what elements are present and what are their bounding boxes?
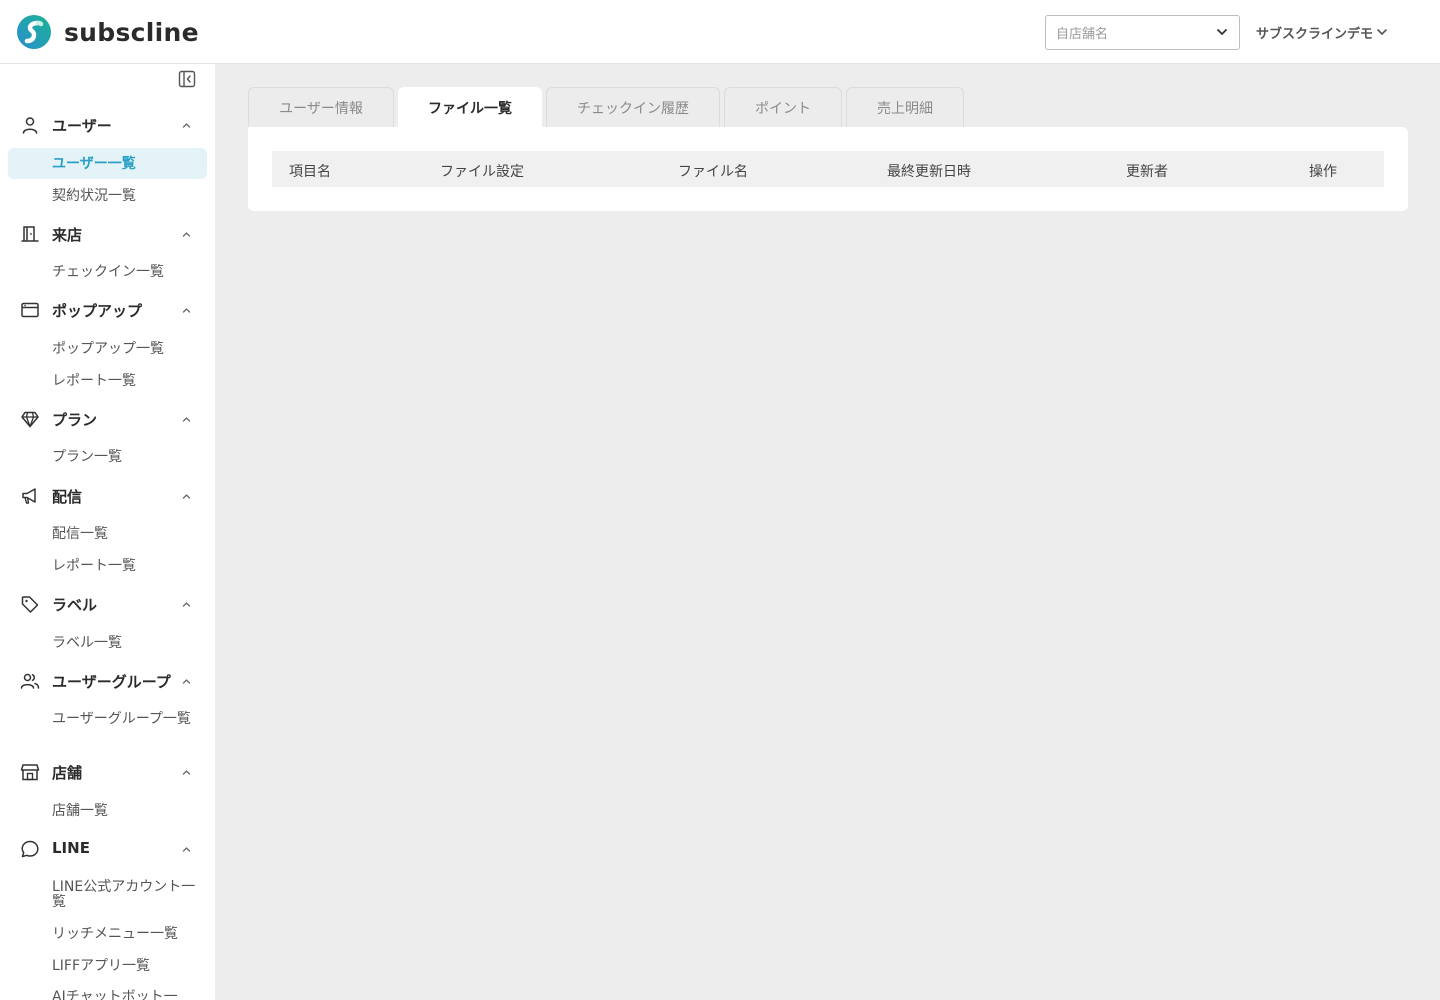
sidebar-item-label-list[interactable]: ラベル一覧 xyxy=(52,635,122,651)
sidebar-item-line-account-list[interactable]: LINE公式アカウント一覧 xyxy=(52,880,197,910)
users-icon xyxy=(20,673,40,689)
sidebar-item-liff-app-list[interactable]: LIFFアプリ一覧 xyxy=(52,958,150,974)
chevron-up-icon xyxy=(182,123,191,128)
sidebar-section-store[interactable]: 店舗 xyxy=(0,759,215,785)
sidebar-section-label: LINE xyxy=(52,839,90,857)
chevron-up-icon xyxy=(182,602,191,607)
user-name: サブスクラインデモ xyxy=(1256,26,1374,42)
chat-bubble-icon xyxy=(21,840,39,858)
megaphone-icon xyxy=(22,488,36,504)
chevron-down-icon xyxy=(1217,29,1227,35)
chevron-up-icon xyxy=(182,494,191,499)
browser-window-icon xyxy=(21,302,39,318)
sidebar-section-visit[interactable]: 来店 xyxy=(0,221,215,247)
sidebar-item-checkin-list[interactable]: チェックイン一覧 xyxy=(52,264,164,280)
sidebar-item-plan-list[interactable]: プラン一覧 xyxy=(52,449,122,465)
sidebar-collapse-icon[interactable] xyxy=(178,70,196,88)
tab-points[interactable]: ポイント xyxy=(724,87,842,127)
sidebar-section-label: プラン xyxy=(52,411,98,429)
chevron-up-icon xyxy=(182,847,191,852)
sidebar-item-popup-list[interactable]: ポップアップ一覧 xyxy=(52,341,164,357)
tab-user-info[interactable]: ユーザー情報 xyxy=(248,87,394,127)
sidebar-section-label: ユーザー xyxy=(52,117,112,135)
sidebar-item-contract-status[interactable]: 契約状況一覧 xyxy=(52,188,136,204)
sidebar: ユーザー ユーザー一覧 契約状況一覧 来店 チェックイン一覧 ポップアップ ポッ… xyxy=(0,64,215,1000)
sidebar-item-delivery-report-list[interactable]: レポート一覧 xyxy=(52,558,136,574)
sidebar-section-user[interactable]: ユーザー xyxy=(0,112,215,138)
store-select[interactable]: 自店舗名 xyxy=(1045,15,1240,50)
sidebar-section-label: 店舗 xyxy=(52,764,83,782)
sidebar-section-popup[interactable]: ポップアップ xyxy=(0,297,215,323)
tag-icon xyxy=(21,596,39,613)
column-header-last-updated: 最終更新日時 xyxy=(887,164,971,180)
subscline-logo-icon xyxy=(17,15,51,49)
sidebar-section-user-group[interactable]: ユーザーグループ xyxy=(0,668,215,694)
column-header-actions: 操作 xyxy=(1309,164,1337,180)
column-header-file-name: ファイル名 xyxy=(678,164,748,180)
diamond-icon xyxy=(21,411,39,428)
door-icon xyxy=(21,226,39,242)
user-icon xyxy=(22,117,38,134)
tab-checkin-history[interactable]: チェックイン履歴 xyxy=(546,87,720,127)
sidebar-item-user-list[interactable]: ユーザー一覧 xyxy=(52,156,136,172)
sidebar-section-label: ユーザーグループ xyxy=(52,673,171,691)
column-header-item-name: 項目名 xyxy=(289,164,331,180)
sidebar-item-ai-chatbot-list[interactable]: AIチャットボット一 xyxy=(52,989,178,1000)
store-select-placeholder: 自店舗名 xyxy=(1056,27,1109,42)
sidebar-section-label: ポップアップ xyxy=(52,302,143,320)
chevron-down-icon xyxy=(1377,29,1387,35)
table-header: 項目名 ファイル設定 ファイル名 最終更新日時 更新者 操作 xyxy=(272,151,1384,187)
sidebar-section-label-group[interactable]: ラベル xyxy=(0,591,215,617)
chevron-up-icon xyxy=(182,679,191,684)
tab-file-list[interactable]: ファイル一覧 xyxy=(398,87,542,127)
sidebar-item-rich-menu-list[interactable]: リッチメニュー一覧 xyxy=(52,926,178,942)
sidebar-section-label: ラベル xyxy=(52,596,98,614)
chevron-up-icon xyxy=(182,308,191,313)
column-header-file-setting: ファイル設定 xyxy=(440,164,524,180)
sidebar-item-delivery-list[interactable]: 配信一覧 xyxy=(52,526,108,542)
user-menu[interactable]: サブスクラインデモ xyxy=(1256,22,1388,42)
top-header: subscline 自店舗名 サブスクラインデモ xyxy=(0,0,1440,64)
sidebar-section-delivery[interactable]: 配信 xyxy=(0,483,215,509)
file-list-panel: 項目名 ファイル設定 ファイル名 最終更新日時 更新者 操作 xyxy=(248,127,1408,211)
sidebar-section-label: 来店 xyxy=(52,226,83,244)
chevron-up-icon xyxy=(182,770,191,775)
chevron-up-icon xyxy=(182,417,191,422)
sidebar-item-store-list[interactable]: 店舗一覧 xyxy=(52,803,108,819)
chevron-up-icon xyxy=(182,232,191,237)
store-icon xyxy=(20,764,40,781)
sidebar-section-plan[interactable]: プラン xyxy=(0,406,215,432)
sidebar-section-line[interactable]: LINE xyxy=(0,836,215,862)
sidebar-section-label: 配信 xyxy=(52,488,83,506)
sidebar-item-popup-report-list[interactable]: レポート一覧 xyxy=(52,373,136,389)
app-name: subscline xyxy=(64,17,199,47)
sidebar-item-user-group-list[interactable]: ユーザーグループ一覧 xyxy=(52,712,197,727)
app-logo[interactable]: subscline xyxy=(16,14,199,50)
column-header-updated-by: 更新者 xyxy=(1126,164,1168,180)
tab-sales-details[interactable]: 売上明細 xyxy=(846,87,964,127)
